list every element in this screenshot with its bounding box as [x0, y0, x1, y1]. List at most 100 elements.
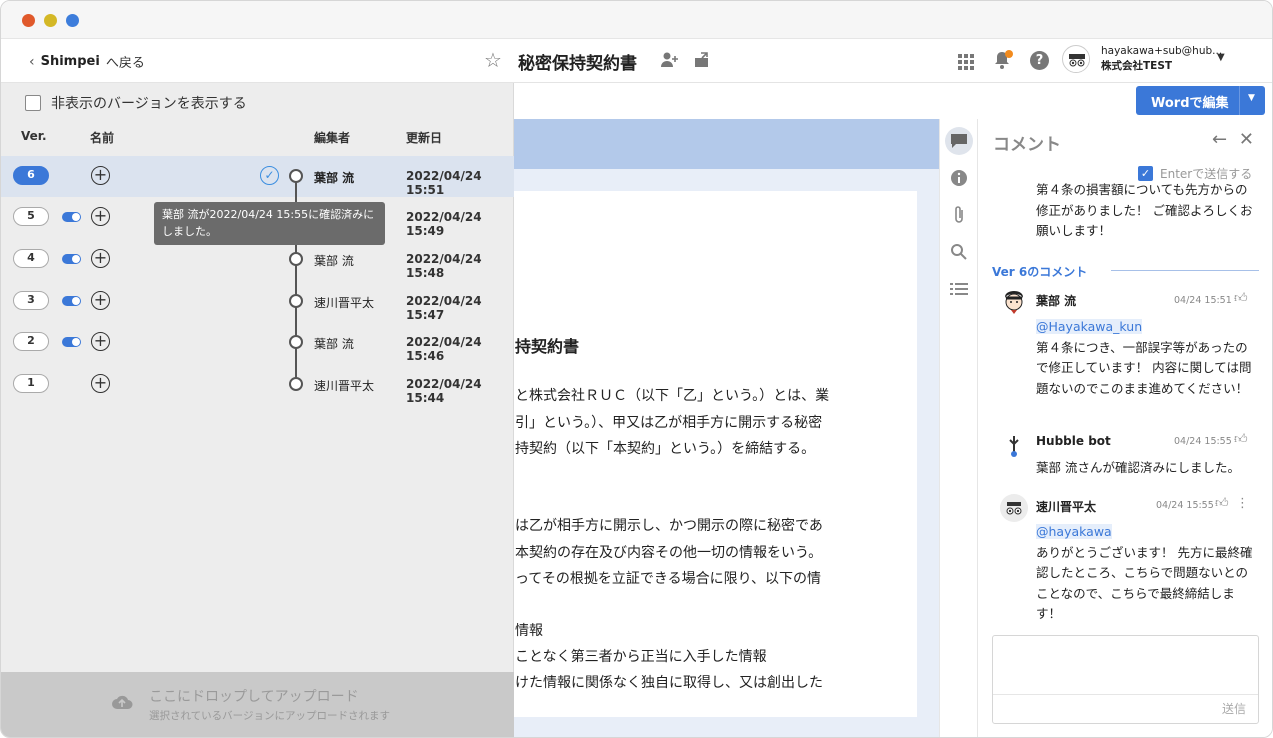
attachment-icon[interactable]	[945, 201, 973, 229]
document-line: 本契約の存在及び内容その他一切の情報をいう。	[515, 545, 823, 561]
close-icon[interactable]: ✕	[1239, 129, 1254, 150]
updated-date: 2022/04/24 15:49	[406, 210, 482, 238]
version-row-1[interactable]: 1 + 速川晋平太 2022/04/24 15:44	[1, 364, 514, 405]
timeline-node	[289, 169, 303, 183]
document-line: ことなく第三者から正当に入手した情報	[515, 649, 767, 665]
avatar	[1000, 494, 1028, 522]
comment-time: 04/24 15:51	[1174, 295, 1232, 306]
comment-text: ありがとうございます！ 先方に最終確認したところ、こちらで問題ないとのことなので…	[1036, 544, 1253, 622]
add-icon[interactable]: +	[91, 207, 110, 226]
edit-in-word-label: Wordで編集	[1151, 96, 1229, 111]
upload-dropzone[interactable]: ここにドロップしてアップロード 選択されているバージョンにアップロードされます	[1, 672, 514, 737]
comments-actions: ← ✕	[1212, 129, 1254, 150]
version-badge: 6	[13, 166, 49, 185]
enter-send-checkbox[interactable]: ✓	[1138, 166, 1153, 181]
comment-author: Hubble bot	[1036, 434, 1111, 448]
search-icon[interactable]	[945, 238, 973, 266]
comment-text: 葉部 流さんが確認済みにしました。	[1036, 460, 1240, 475]
updated-date: 2022/04/24 15:47	[406, 294, 482, 322]
comment-icon[interactable]	[945, 127, 973, 155]
reply-divider	[993, 694, 1258, 695]
add-user-icon[interactable]	[660, 51, 680, 71]
list-icon[interactable]	[945, 275, 973, 303]
send-button[interactable]: 送信	[1222, 700, 1246, 717]
app-window: ‹ Shimpei へ戻る ☆ 秘密保持契約書 ? hayakawa+sub@h…	[0, 0, 1273, 738]
avatar[interactable]	[1062, 45, 1090, 73]
help-icon[interactable]: ?	[1030, 51, 1049, 70]
bot-avatar	[1000, 432, 1028, 460]
version-row-6[interactable]: 6 + ✓ 葉部 流 2022/04/24 15:51	[1, 156, 514, 197]
comment-input[interactable]: 送信	[992, 635, 1259, 724]
back-label: へ戻る	[105, 56, 145, 71]
document-line: は乙が相手方に開示し、かつ開示の際に秘密であ	[515, 518, 823, 534]
confirmed-check-icon: ✓	[260, 166, 279, 185]
edit-in-word-button[interactable]: Wordで編集 ▼	[1136, 86, 1265, 115]
document-line: 引」という。）、甲又は乙が相手方に開示する秘密	[515, 415, 823, 431]
version-comments-label: Ver 6のコメント	[992, 265, 1088, 279]
star-icon[interactable]: ☆	[484, 48, 502, 72]
visibility-toggle[interactable]	[62, 212, 81, 222]
comment-author: 葉部 流	[1036, 294, 1077, 308]
version-row-2[interactable]: 2 + 葉部 流 2022/04/24 15:46	[1, 322, 514, 363]
version-badge: 5	[13, 207, 49, 226]
visibility-toggle[interactable]	[62, 296, 81, 306]
info-icon[interactable]	[945, 164, 973, 192]
version-badge: 3	[13, 291, 49, 310]
bell-icon[interactable]	[992, 50, 1013, 71]
timeline-node	[289, 294, 303, 308]
comments-title: コメント	[993, 135, 1061, 155]
title-bar	[1, 1, 1272, 39]
visibility-toggle[interactable]	[62, 337, 81, 347]
arrow-left-icon[interactable]: ←	[1212, 129, 1227, 150]
timeline-node	[289, 377, 303, 391]
document-line: けた情報に関係なく独自に取得し、又は創出した	[515, 675, 823, 691]
caret-down-icon[interactable]: ▼	[1217, 52, 1225, 63]
user-company: 株式会社TEST	[1101, 60, 1173, 72]
add-icon[interactable]: +	[91, 291, 110, 310]
editor-name: 葉部 流	[314, 171, 355, 185]
add-icon[interactable]: +	[91, 332, 110, 351]
version-row-3[interactable]: 3 + 速川晋平太 2022/04/24 15:47	[1, 281, 514, 322]
col-name: 名前	[90, 131, 115, 145]
avatar	[1000, 287, 1028, 315]
thumbs-up-icon[interactable]: 👍︎	[1234, 432, 1248, 447]
comment-body: @Hayakawa_kun 第４条につき、一部誤字等があったので修正しています！…	[1036, 317, 1256, 399]
minimize-window-button[interactable]	[44, 14, 57, 27]
timeline-node	[289, 252, 303, 266]
previous-comment-text: 第４条の損害額についても先方からの修正がありました！ ご確認よろしくお願いします…	[1036, 182, 1253, 238]
show-hidden-versions[interactable]: 非表示のバージョンを表示する	[25, 93, 247, 113]
updated-date: 2022/04/24 15:51	[406, 169, 482, 197]
notification-dot	[1005, 50, 1013, 58]
section-divider	[1111, 270, 1259, 271]
thumbs-up-icon[interactable]: 👍︎	[1234, 291, 1248, 306]
comment-mention[interactable]: @Hayakawa_kun	[1036, 319, 1143, 334]
add-icon[interactable]: +	[91, 166, 110, 185]
back-user-name: Shimpei	[40, 54, 100, 69]
back-link[interactable]: ‹ Shimpei へ戻る	[29, 52, 145, 72]
comment-time: 04/24 15:55	[1156, 500, 1214, 511]
comment-mention[interactable]: @hayakawa	[1036, 524, 1112, 539]
version-badge: 2	[13, 332, 49, 351]
caret-down-icon[interactable]: ▼	[1248, 93, 1255, 103]
add-icon[interactable]: +	[91, 374, 110, 393]
button-separator	[1239, 86, 1240, 115]
version-row-4[interactable]: 4 + 葉部 流 2022/04/24 15:48	[1, 239, 514, 280]
more-vertical-icon[interactable]: ⋮	[1236, 496, 1249, 511]
comments-panel: コメント ← ✕ ✓ Enterで送信する 第４条の損害額についても先方からの修…	[978, 119, 1272, 737]
user-info[interactable]: hayakawa+sub@hub... 株式会社TEST	[1101, 44, 1222, 74]
visibility-toggle[interactable]	[62, 254, 81, 264]
close-window-button[interactable]	[22, 14, 35, 27]
add-icon[interactable]: +	[91, 249, 110, 268]
document-line: 情報	[515, 623, 543, 639]
apps-grid-icon[interactable]	[956, 51, 976, 71]
show-hidden-label: 非表示のバージョンを表示する	[51, 96, 247, 112]
show-hidden-checkbox[interactable]	[25, 95, 41, 111]
share-icon[interactable]	[692, 51, 712, 71]
comment-author: 速川晋平太	[1036, 500, 1097, 514]
thumbs-up-icon[interactable]: 👍︎	[1215, 496, 1229, 511]
editor-name: 速川晋平太	[314, 296, 375, 310]
updated-date: 2022/04/24 15:46	[406, 335, 482, 363]
comment-body: @hayakawa ありがとうございます！ 先方に最終確認したところ、こちらで問…	[1036, 522, 1256, 625]
version-badge: 4	[13, 249, 49, 268]
maximize-window-button[interactable]	[66, 14, 79, 27]
